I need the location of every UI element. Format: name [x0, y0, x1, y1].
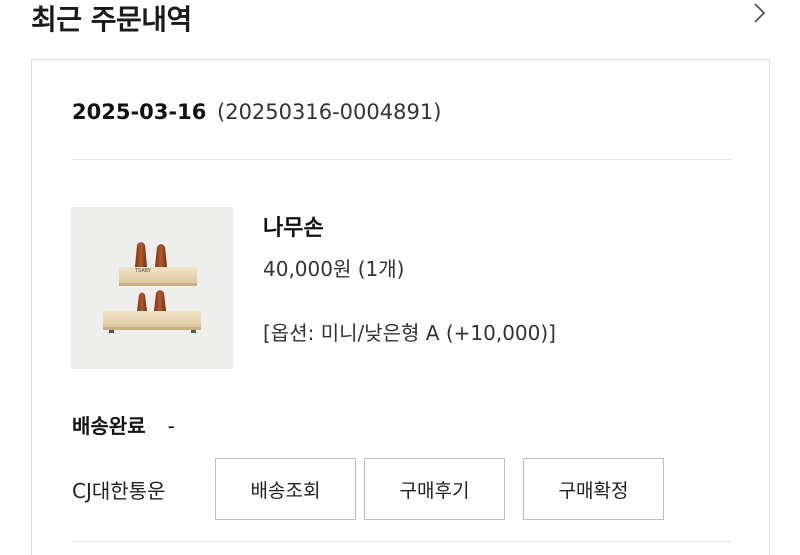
product-name[interactable]: 나무손 [263, 210, 324, 242]
write-review-button[interactable]: 구매후기 [364, 458, 505, 520]
delivery-status-dash: - [167, 414, 175, 438]
product-image[interactable]: TSABY [71, 207, 233, 369]
order-date: 2025-03-16 [72, 100, 207, 124]
order-header: 2025-03-16 (20250316-0004891) [72, 100, 441, 124]
product-brand-mark: TSABY [134, 268, 152, 274]
product-price-quantity: 40,000원 (1개) [263, 257, 405, 281]
track-delivery-button[interactable]: 배송조회 [215, 458, 356, 520]
order-card: 2025-03-16 (20250316-0004891) TSABY 나무손 … [31, 59, 770, 555]
divider [72, 541, 732, 542]
product-option: [옵션: 미니/낮은형 A (+10,000)] [263, 321, 556, 345]
chevron-right-icon[interactable] [748, 2, 770, 24]
wooden-finger-stand-product-image: TSABY [103, 242, 201, 333]
delivery-status-label: 배송완료 [72, 414, 146, 438]
order-number: (20250316-0004891) [217, 100, 442, 124]
confirm-purchase-button[interactable]: 구매확정 [523, 458, 664, 520]
divider [72, 159, 732, 160]
recent-orders-page: 최근 주문내역 2025-03-16 (20250316-0004891) TS… [0, 0, 800, 555]
section-title: 최근 주문내역 [31, 3, 192, 36]
delivery-status: 배송완료 - [72, 410, 175, 439]
carrier-name: CJ대한통운 [72, 479, 166, 503]
